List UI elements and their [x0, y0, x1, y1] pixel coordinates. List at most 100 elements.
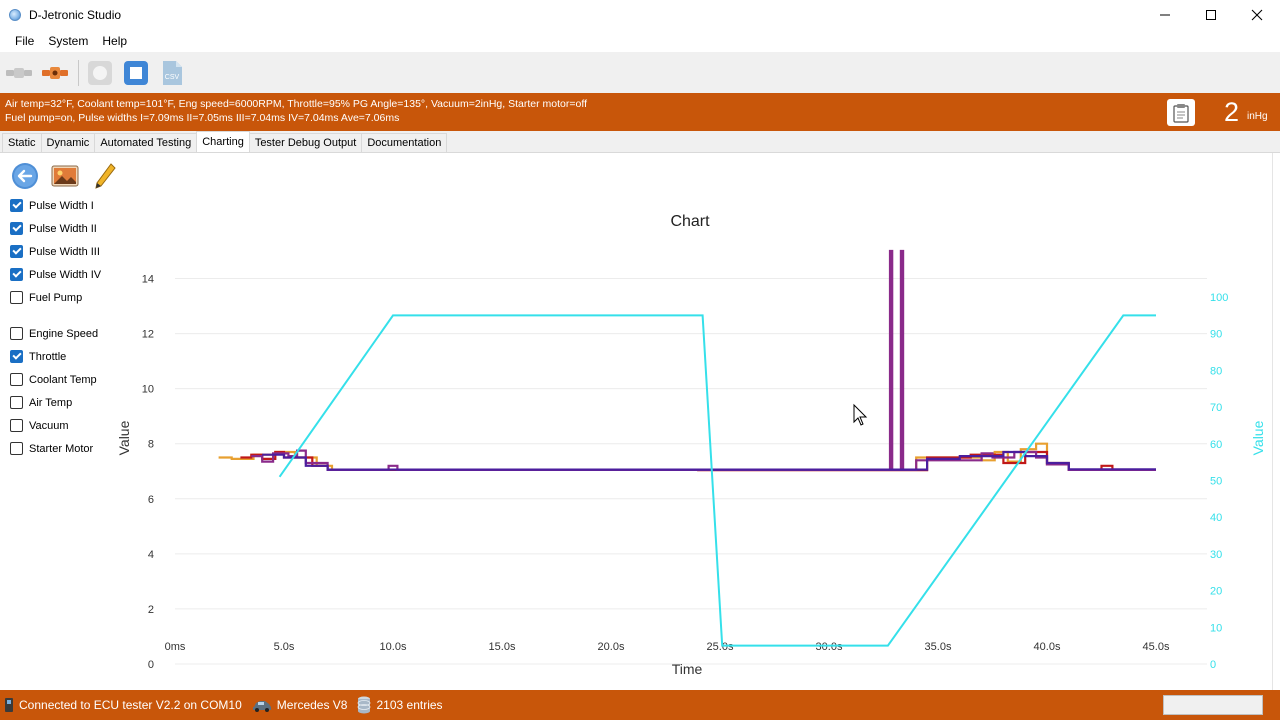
checkbox[interactable] — [10, 419, 23, 432]
vertical-scrollbar[interactable] — [1272, 153, 1280, 690]
y-tick-label: 6 — [148, 494, 154, 506]
toggle-label: Pulse Width IV — [29, 268, 102, 281]
toggle-pulse-width-2[interactable]: Pulse Width II — [10, 222, 97, 235]
x-tick-label: 40.0s — [1034, 641, 1061, 653]
connect-button[interactable] — [40, 58, 70, 88]
plug-disconnected-icon — [6, 68, 32, 78]
x-tick-label: 45.0s — [1143, 641, 1170, 653]
close-button[interactable] — [1234, 0, 1280, 30]
window-title: D-Jetronic Studio — [29, 8, 122, 22]
checkbox[interactable] — [10, 327, 23, 340]
y2-tick-label: 40 — [1210, 512, 1222, 524]
vacuum-readout: 2 — [1224, 97, 1240, 127]
engine-text: Mercedes V8 — [276, 698, 348, 712]
checkbox[interactable] — [10, 350, 23, 363]
checkbox[interactable] — [10, 268, 23, 281]
y2-tick-label: 100 — [1210, 292, 1228, 304]
status-line-1: Air temp=32°F, Coolant temp=101°F, Eng s… — [5, 98, 587, 110]
tab-automated-testing[interactable]: Automated Testing — [94, 133, 198, 152]
maximize-button[interactable] — [1188, 0, 1234, 30]
tab-static[interactable]: Static — [2, 133, 42, 152]
tab-charting[interactable]: Charting — [196, 131, 250, 152]
x-tick-label: 20.0s — [598, 641, 625, 653]
y-tick-label: 4 — [148, 549, 154, 561]
save-image-button[interactable] — [50, 161, 80, 191]
toggle-label: Air Temp — [29, 396, 73, 409]
svg-text:CSV: CSV — [165, 74, 180, 81]
chart-toolbar — [10, 161, 130, 191]
clipboard-icon — [1173, 103, 1189, 123]
checkbox[interactable] — [10, 199, 23, 212]
x-tick-label: 5.0s — [274, 641, 295, 653]
y2-tick-label: 90 — [1210, 329, 1222, 341]
toggle-vacuum[interactable]: Vacuum — [10, 419, 69, 432]
record-button[interactable] — [85, 58, 115, 88]
x-tick-label: 15.0s — [489, 641, 516, 653]
stop-button[interactable] — [121, 58, 151, 88]
chart-area[interactable]: Chart 0 2 4 6 8 10 12 14 0 10 20 30 40 50 60 70 80 90 100… — [110, 196, 1272, 686]
back-button[interactable] — [10, 161, 40, 191]
toggle-fuel-pump[interactable]: Fuel Pump — [10, 291, 82, 304]
menu-help[interactable]: Help — [95, 34, 134, 48]
pencil-icon — [95, 163, 116, 189]
y2-tick-label: 70 — [1210, 402, 1222, 414]
menu-bar: File System Help — [0, 30, 1280, 52]
checkbox[interactable] — [10, 245, 23, 258]
toggle-starter-motor[interactable]: Starter Motor — [10, 442, 93, 455]
x-tick-label: 0ms — [165, 641, 186, 653]
live-status-panel: Air temp=32°F, Coolant temp=101°F, Eng s… — [0, 93, 1280, 131]
toggle-engine-speed[interactable]: Engine Speed — [10, 327, 98, 340]
checkbox[interactable] — [10, 396, 23, 409]
toggle-pulse-width-1[interactable]: Pulse Width I — [10, 199, 94, 212]
toggle-label: Throttle — [29, 350, 67, 363]
close-icon — [1251, 9, 1263, 21]
toggle-label: Pulse Width III — [29, 245, 100, 258]
database-icon — [358, 696, 371, 714]
y2-tick-label: 10 — [1210, 622, 1222, 634]
toggle-label: Pulse Width II — [29, 222, 97, 235]
car-icon — [252, 701, 271, 712]
toggle-label: Starter Motor — [29, 442, 94, 455]
mouse-cursor-icon — [853, 403, 868, 426]
annotate-button[interactable] — [90, 161, 120, 191]
entries-text: 2103 entries — [376, 698, 443, 712]
connection-status: Connected to ECU tester V2.2 on COM10 — [0, 697, 242, 713]
tab-tester-debug-output[interactable]: Tester Debug Output — [248, 133, 363, 152]
tab-documentation[interactable]: Documentation — [361, 133, 448, 152]
y-axis-left: 0 2 4 6 8 10 12 14 — [142, 274, 154, 671]
app-window: D-Jetronic Studio File System Help CSV A… — [0, 0, 1280, 720]
minimize-button[interactable] — [1142, 0, 1188, 30]
menu-system[interactable]: System — [41, 34, 95, 48]
tab-dynamic[interactable]: Dynamic — [40, 133, 96, 152]
toggle-label: Pulse Width I — [29, 199, 94, 212]
image-icon — [51, 165, 79, 187]
y2-tick-label: 50 — [1210, 476, 1222, 488]
toggle-label: Vacuum — [29, 419, 69, 432]
toggle-throttle[interactable]: Throttle — [10, 350, 66, 363]
series-group — [218, 249, 1156, 647]
y-tick-label: 12 — [142, 329, 154, 341]
maximize-icon — [1206, 10, 1216, 20]
y-tick-label: 0 — [148, 659, 154, 671]
menu-file[interactable]: File — [8, 34, 41, 48]
checkbox[interactable] — [10, 442, 23, 455]
x-tick-label: 10.0s — [380, 641, 407, 653]
checkbox[interactable] — [10, 373, 23, 386]
toggle-pulse-width-4[interactable]: Pulse Width IV — [10, 268, 101, 281]
toggle-air-temp[interactable]: Air Temp — [10, 396, 72, 409]
export-csv-button[interactable]: CSV — [157, 58, 187, 88]
toggle-pulse-width-3[interactable]: Pulse Width III — [10, 245, 100, 258]
toolbar-separator — [78, 60, 79, 86]
x-axis-label: Time — [672, 661, 703, 677]
record-icon — [88, 61, 112, 85]
checkbox[interactable] — [10, 291, 23, 304]
chart-title: Chart — [670, 213, 710, 230]
series-line-4 — [262, 450, 1156, 471]
engine-status: Mercedes V8 — [248, 698, 348, 712]
checkbox[interactable] — [10, 222, 23, 235]
charting-panel: Pulse Width I Pulse Width II Pulse Width… — [0, 153, 1272, 690]
toggle-coolant-temp[interactable]: Coolant Temp — [10, 373, 97, 386]
disconnect-button[interactable] — [4, 58, 34, 88]
toggle-label: Engine Speed — [29, 327, 99, 340]
copy-status-button[interactable] — [1167, 99, 1195, 126]
